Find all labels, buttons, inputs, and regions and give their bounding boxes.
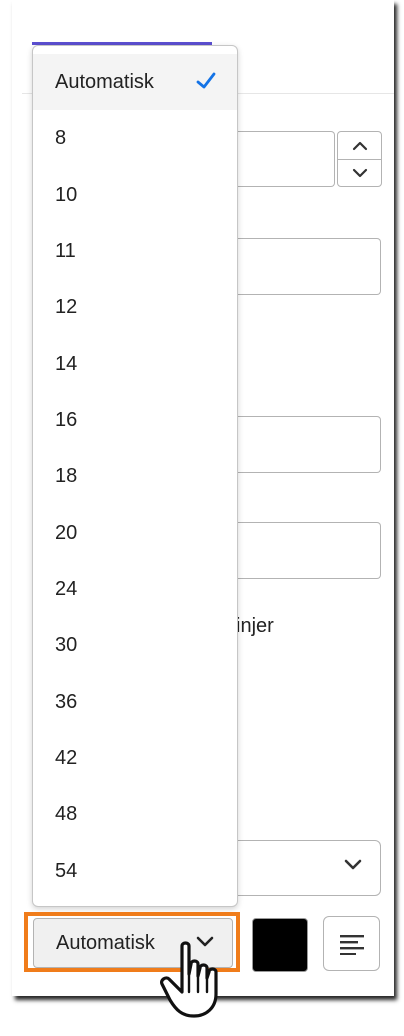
align-left-icon	[339, 934, 364, 955]
text-align-button[interactable]	[323, 916, 380, 971]
menu-item-label: 30	[55, 633, 78, 656]
menu-item-size[interactable]: 16	[33, 392, 237, 448]
menu-item-size[interactable]: 14	[33, 336, 237, 392]
menu-item-size[interactable]: 20	[33, 505, 237, 561]
text-color-swatch[interactable]	[252, 918, 308, 972]
hand-cursor-icon	[160, 941, 218, 1018]
stepper-up-button[interactable]	[338, 132, 381, 160]
menu-item-size[interactable]: 8	[33, 110, 237, 166]
menu-item-size[interactable]: 24	[33, 561, 237, 617]
menu-item-label: 18	[55, 464, 78, 487]
font-size-menu: Automatisk 8 10 11 12 14 16 18 20 24 30 …	[32, 45, 238, 907]
menu-item-label: 8	[55, 126, 67, 149]
select-dropdown[interactable]	[236, 840, 381, 896]
menu-item-label: 14	[55, 352, 78, 375]
menu-item-size[interactable]: 54	[33, 843, 237, 899]
option-label: injer	[236, 615, 274, 637]
number-stepper[interactable]	[337, 131, 382, 187]
menu-item-label: 36	[55, 690, 78, 713]
menu-item-label: 42	[55, 746, 78, 769]
menu-item-label: 20	[55, 521, 78, 544]
checkmark-icon	[196, 72, 216, 89]
menu-item-label: 10	[55, 183, 78, 206]
menu-item-label: 48	[55, 802, 78, 825]
menu-item-size[interactable]: 30	[33, 617, 237, 673]
menu-item-size[interactable]: 18	[33, 448, 237, 504]
menu-item-label: Automatisk	[55, 70, 154, 93]
chevron-up-icon	[352, 141, 367, 150]
font-size-value: Automatisk	[56, 931, 155, 954]
menu-item-label: 24	[55, 577, 78, 600]
menu-item-label: 54	[55, 859, 78, 882]
menu-item-automatic[interactable]: Automatisk	[33, 54, 237, 110]
chevron-down-icon	[344, 859, 362, 870]
menu-item-size[interactable]: 42	[33, 730, 237, 786]
menu-item-size[interactable]: 12	[33, 279, 237, 335]
menu-item-size[interactable]: 10	[33, 167, 237, 223]
menu-item-label: 12	[55, 295, 78, 318]
stepper-down-button[interactable]	[338, 159, 381, 186]
menu-item-size[interactable]: 48	[33, 786, 237, 842]
menu-item-label: 16	[55, 408, 78, 431]
menu-item-size[interactable]: 11	[33, 223, 237, 279]
menu-item-size[interactable]: 36	[33, 674, 237, 730]
chevron-down-icon	[352, 168, 367, 177]
menu-item-label: 11	[55, 239, 76, 262]
